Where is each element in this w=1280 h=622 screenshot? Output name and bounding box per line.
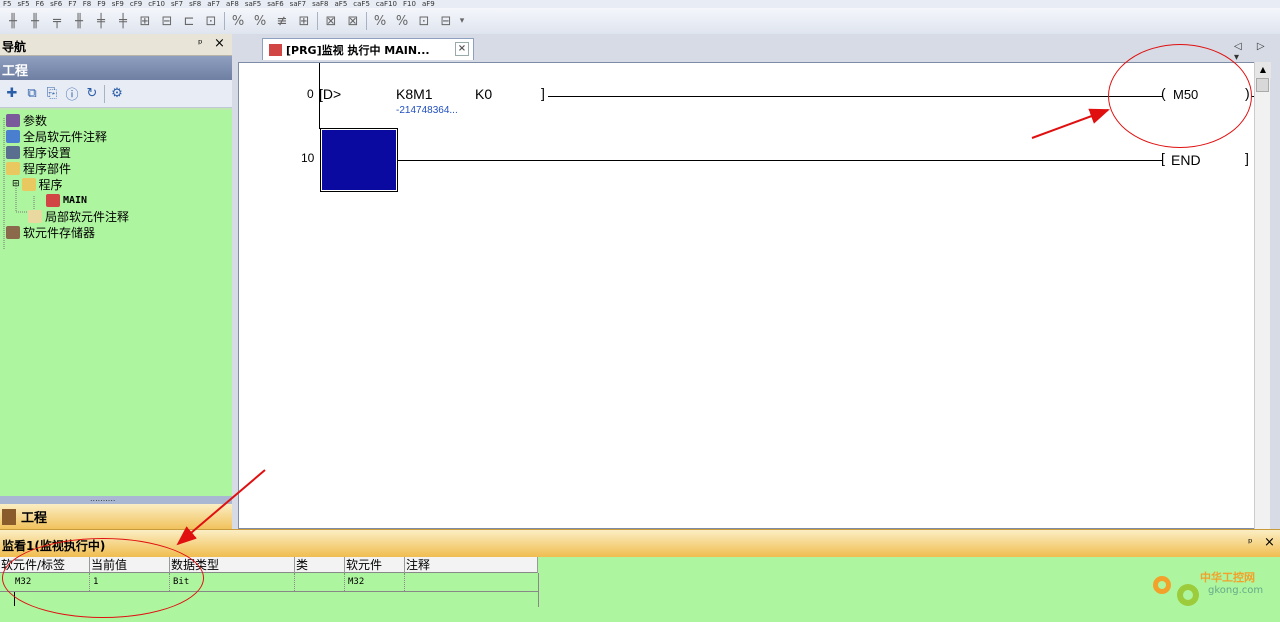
annotation-arrows xyxy=(176,108,1110,546)
